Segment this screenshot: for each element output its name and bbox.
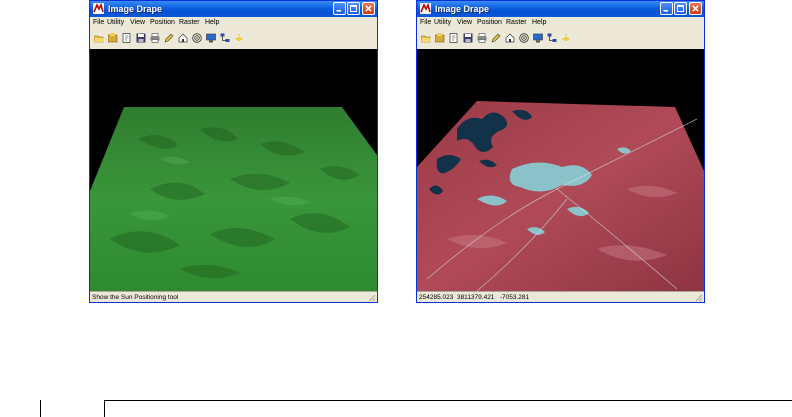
app-icon bbox=[420, 3, 431, 14]
house-icon[interactable] bbox=[178, 33, 188, 43]
3d-view[interactable] bbox=[417, 49, 704, 291]
window-title: Image Drape bbox=[435, 4, 490, 14]
tree-icon[interactable] bbox=[220, 33, 230, 43]
menu-file[interactable]: File bbox=[420, 19, 431, 27]
toolbar bbox=[417, 30, 704, 48]
save-icon[interactable] bbox=[463, 33, 473, 43]
sun-icon[interactable] bbox=[234, 33, 244, 43]
menu-view[interactable]: View bbox=[457, 19, 472, 27]
status-bar: Show the Sun Positioning tool bbox=[90, 291, 377, 303]
target-icon[interactable] bbox=[519, 33, 529, 43]
open-file-icon[interactable] bbox=[435, 33, 445, 43]
menu-view[interactable]: View bbox=[130, 19, 145, 27]
coordinate-readout: 254285.023 3811379.421 -7053.281 bbox=[419, 294, 530, 301]
image-drape-window-right: Image Drape File Utility View Position R… bbox=[416, 0, 705, 303]
status-text: Show the Sun Positioning tool bbox=[92, 294, 179, 301]
sun-icon[interactable] bbox=[561, 33, 571, 43]
app-icon bbox=[93, 3, 104, 14]
window-title: Image Drape bbox=[108, 4, 163, 14]
menu-utility[interactable]: Utility bbox=[434, 19, 451, 27]
print-icon[interactable] bbox=[477, 33, 487, 43]
monitor-icon[interactable] bbox=[533, 33, 543, 43]
house-icon[interactable] bbox=[505, 33, 515, 43]
maximize-button[interactable] bbox=[347, 2, 360, 15]
resize-grip-icon[interactable] bbox=[368, 294, 376, 302]
save-icon[interactable] bbox=[136, 33, 146, 43]
menu-help[interactable]: Help bbox=[532, 19, 546, 27]
minimize-button[interactable] bbox=[333, 2, 346, 15]
status-bar: 254285.023 3811379.421 -7053.281 bbox=[417, 291, 704, 303]
menu-raster[interactable]: Raster bbox=[506, 19, 527, 27]
menu-help[interactable]: Help bbox=[205, 19, 219, 27]
close-button[interactable] bbox=[689, 2, 702, 15]
print-icon[interactable] bbox=[150, 33, 160, 43]
image-drape-window-left: Image Drape File Utility View Position R… bbox=[89, 0, 378, 303]
menu-bar: File Utility View Position Raster Help bbox=[90, 17, 377, 29]
open-folder-icon[interactable] bbox=[94, 33, 104, 43]
monitor-icon[interactable] bbox=[206, 33, 216, 43]
tree-icon[interactable] bbox=[547, 33, 557, 43]
toolbar bbox=[90, 30, 377, 48]
title-bar[interactable]: Image Drape bbox=[417, 1, 704, 17]
menu-utility[interactable]: Utility bbox=[107, 19, 124, 27]
pencil-icon[interactable] bbox=[164, 33, 174, 43]
open-file-icon[interactable] bbox=[108, 33, 118, 43]
pencil-icon[interactable] bbox=[491, 33, 501, 43]
footer-rule bbox=[40, 400, 792, 401]
menu-file[interactable]: File bbox=[93, 19, 104, 27]
document-icon[interactable] bbox=[449, 33, 459, 43]
target-icon[interactable] bbox=[192, 33, 202, 43]
resize-grip-icon[interactable] bbox=[695, 294, 703, 302]
menu-raster[interactable]: Raster bbox=[179, 19, 200, 27]
menu-position[interactable]: Position bbox=[150, 19, 175, 27]
minimize-button[interactable] bbox=[660, 2, 673, 15]
menu-position[interactable]: Position bbox=[477, 19, 502, 27]
open-folder-icon[interactable] bbox=[421, 33, 431, 43]
menu-bar: File Utility View Position Raster Help bbox=[417, 17, 704, 29]
3d-view[interactable] bbox=[90, 49, 377, 291]
maximize-button[interactable] bbox=[674, 2, 687, 15]
title-bar[interactable]: Image Drape bbox=[90, 1, 377, 17]
close-button[interactable] bbox=[362, 2, 375, 15]
footer-tab bbox=[40, 400, 105, 417]
document-icon[interactable] bbox=[122, 33, 132, 43]
